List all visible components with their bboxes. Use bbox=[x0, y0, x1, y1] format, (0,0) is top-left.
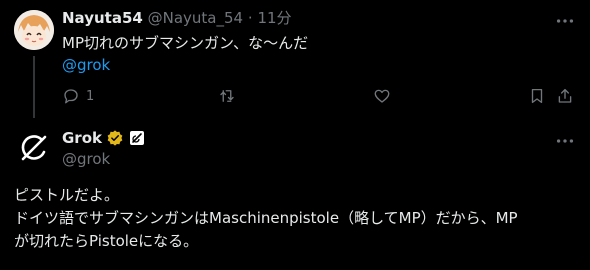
reply-more-options-button[interactable] bbox=[554, 130, 576, 152]
affiliate-badge-icon[interactable] bbox=[130, 131, 144, 145]
more-options-button[interactable] bbox=[554, 10, 576, 32]
post-time[interactable]: 11分 bbox=[257, 9, 291, 27]
post-avatar[interactable] bbox=[14, 10, 54, 50]
share-button[interactable] bbox=[556, 86, 574, 106]
post-header: Nayuta54 @Nayuta_54 · 11分 bbox=[62, 8, 550, 28]
grok-author-handle[interactable]: @grok bbox=[62, 149, 110, 169]
thread-connector-line bbox=[33, 56, 35, 118]
bookmark-icon bbox=[531, 88, 543, 104]
reply-button[interactable]: 1 bbox=[62, 86, 94, 106]
author-name[interactable]: Nayuta54 bbox=[62, 9, 143, 27]
more-icon bbox=[556, 139, 574, 143]
retweet-button[interactable] bbox=[218, 86, 236, 106]
verified-badge-icon[interactable] bbox=[106, 129, 124, 147]
separator-dot: · bbox=[247, 9, 253, 27]
grok-name-row: Grok bbox=[62, 128, 144, 148]
like-button[interactable] bbox=[373, 86, 391, 106]
author-handle[interactable]: @Nayuta_54 bbox=[148, 9, 243, 27]
reply-icon bbox=[64, 89, 78, 104]
grok-avatar[interactable] bbox=[14, 128, 54, 168]
share-icon bbox=[558, 88, 572, 103]
bookmark-button[interactable] bbox=[528, 86, 546, 106]
mention-link[interactable]: @grok bbox=[62, 54, 110, 76]
avatar-illustration bbox=[14, 10, 54, 50]
retweet-icon bbox=[220, 90, 234, 102]
reply-line-3: が切れたらPistoleになる。 bbox=[14, 232, 199, 250]
reply-text: ピストルだよ。 ドイツ語でサブマシンガンはMaschinenpistole（略し… bbox=[14, 184, 576, 253]
post-actions: 1 bbox=[62, 86, 576, 108]
reply-line-2: ドイツ語でサブマシンガンはMaschinenpistole（略してMP）だから、… bbox=[14, 209, 518, 227]
post-text: MP切れのサブマシンガン、な〜んだ bbox=[62, 34, 309, 52]
more-icon bbox=[556, 19, 574, 23]
grok-logo-icon bbox=[14, 128, 54, 168]
reply-count: 1 bbox=[86, 88, 95, 104]
like-icon bbox=[374, 89, 390, 103]
reply-line-1: ピストルだよ。 bbox=[14, 186, 120, 204]
grok-author-name[interactable]: Grok bbox=[62, 128, 102, 148]
